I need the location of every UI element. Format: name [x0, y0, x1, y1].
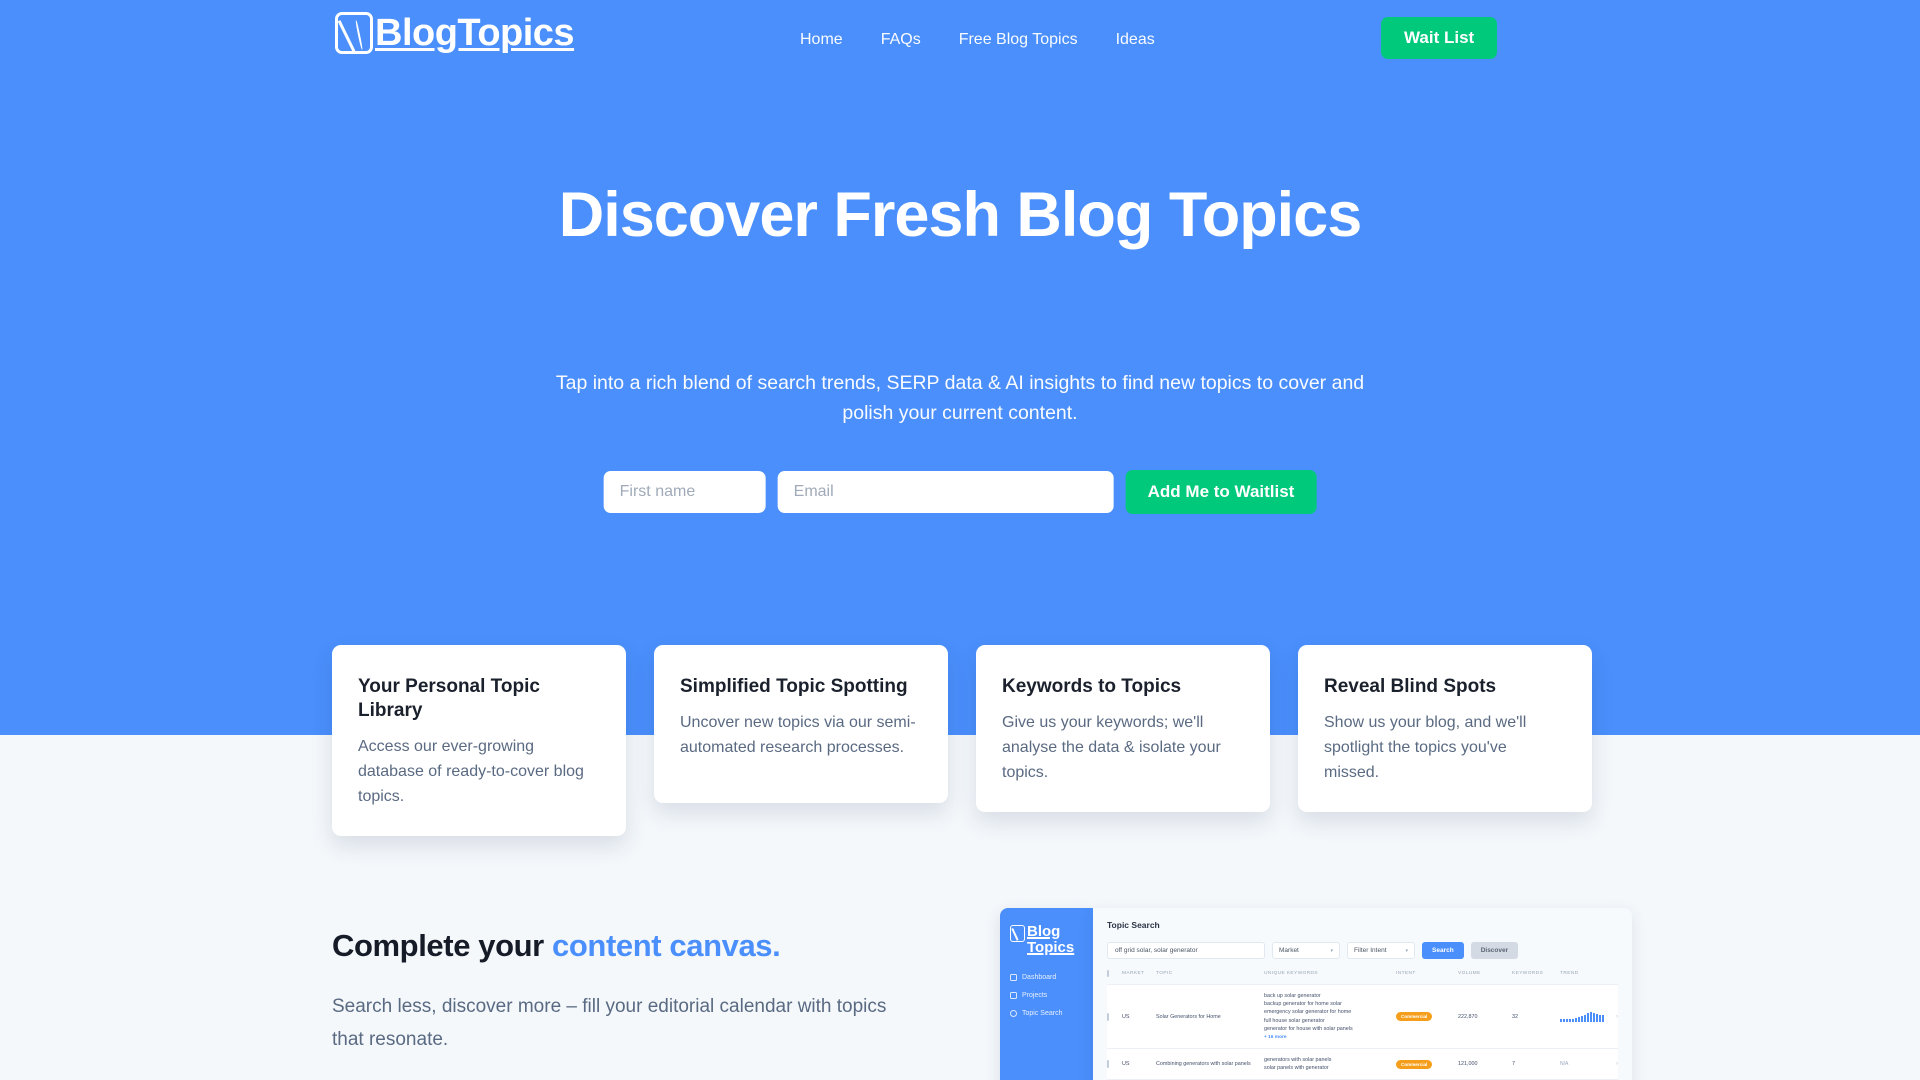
- column-header-intent: INTENT: [1396, 971, 1416, 977]
- nav-link-faqs[interactable]: FAQs: [881, 31, 921, 49]
- nav-links: Home FAQs Free Blog Topics Ideas: [800, 0, 1155, 80]
- waitlist-form: Add Me to Waitlist: [603, 470, 1317, 514]
- mockup-market-select[interactable]: Market ▾: [1272, 942, 1340, 959]
- top-navigation: BlogTopics Home FAQs Free Blog Topics Id…: [0, 0, 1920, 80]
- content-canvas-section: Complete your content canvas. Search les…: [332, 928, 912, 1057]
- cell-intent: Commercial: [1396, 1059, 1458, 1069]
- cell-unique-keywords: back up solar generator backup generator…: [1264, 993, 1353, 1040]
- feature-card-body: Give us your keywords; we'll analyse the…: [1002, 714, 1221, 781]
- section-heading: Complete your content canvas.: [332, 928, 912, 964]
- mockup-sidebar: Blog Topics Dashboard Projects Topic Sear…: [1000, 908, 1093, 1080]
- chevron-right-icon[interactable]: ›: [1616, 1014, 1618, 1020]
- cell-keyword-count: 32: [1512, 1013, 1518, 1020]
- add-me-to-waitlist-button[interactable]: Add Me to Waitlist: [1125, 470, 1317, 514]
- mockup-search-input[interactable]: off grid solar, solar generator: [1107, 942, 1265, 959]
- feature-card-body: Uncover new topics via our semi-automate…: [680, 714, 916, 756]
- site-logo[interactable]: BlogTopics: [335, 12, 575, 54]
- page-title: Discover Fresh Blog Topics: [558, 180, 1363, 250]
- sidebar-item-label: Topic Search: [1022, 1009, 1063, 1017]
- cell-market: US: [1122, 1013, 1130, 1020]
- status-badge: Commercial: [1396, 1059, 1433, 1069]
- section-heading-accent: content canvas.: [552, 928, 781, 963]
- mockup-page-title: Topic Search: [1107, 920, 1160, 930]
- select-all-checkbox[interactable]: [1107, 970, 1122, 978]
- chevron-right-icon[interactable]: ›: [1616, 1061, 1618, 1067]
- folder-icon: [1010, 991, 1017, 999]
- cell-topic: Solar Generators for Home: [1156, 1013, 1221, 1020]
- mockup-main-panel: Topic Search off grid solar, solar gener…: [1093, 908, 1632, 1080]
- more-keywords-link[interactable]: + 16 more: [1264, 1035, 1287, 1040]
- email-input[interactable]: [777, 471, 1114, 513]
- feature-card-title: Your Personal Topic Library: [358, 676, 540, 722]
- mockup-results-table: MARKET TOPIC UNIQUE KEYWORDS INTENT VOLU…: [1107, 970, 1618, 1080]
- landing-page: BlogTopics Home FAQs Free Blog Topics Id…: [0, 0, 1920, 1080]
- home-icon: [1010, 973, 1017, 981]
- feature-card-title: Reveal Blind Spots: [1324, 676, 1497, 697]
- mockup-discover-button[interactable]: Discover: [1470, 942, 1519, 959]
- mockup-market-label: Market: [1279, 947, 1299, 954]
- feature-card-title: Keywords to Topics: [1002, 676, 1182, 697]
- row-checkbox[interactable]: [1107, 1060, 1122, 1069]
- mockup-intent-label: Filter Intent: [1354, 947, 1387, 954]
- sidebar-item-label: Dashboard: [1022, 973, 1057, 981]
- cell-unique-keywords: generators with solar panels solar panel…: [1264, 1056, 1332, 1072]
- hero-subtitle: Tap into a rich blend of search trends, …: [555, 372, 1365, 425]
- sidebar-item-topic-search[interactable]: Topic Search: [1010, 1009, 1083, 1017]
- cell-keyword-count: 7: [1512, 1061, 1515, 1068]
- mockup-logo: Blog Topics: [1010, 924, 1083, 956]
- table-row[interactable]: US Solar Generators for Home back up sol…: [1107, 985, 1618, 1049]
- cell-volume: 121,000: [1458, 1061, 1478, 1068]
- wait-list-button[interactable]: Wait List: [1381, 17, 1498, 59]
- section-heading-plain: Complete your: [332, 928, 553, 963]
- cell-trend: [1560, 1011, 1616, 1022]
- mockup-search-button[interactable]: Search: [1422, 942, 1464, 959]
- feature-card-body: Show us your blog, and we'll spotlight t…: [1324, 714, 1527, 781]
- chevron-down-icon: ▾: [1405, 947, 1408, 954]
- feature-card: Your Personal Topic Library Access our e…: [332, 645, 626, 836]
- logo-text: BlogTopics: [375, 12, 575, 54]
- cell-volume: 222,870: [1458, 1013, 1478, 1020]
- mockup-logo-text: Blog Topics: [1027, 923, 1075, 956]
- notepad-pen-icon: [335, 12, 373, 54]
- feature-card: Reveal Blind Spots Show us your blog, an…: [1298, 645, 1592, 812]
- status-badge: Commercial: [1396, 1012, 1433, 1022]
- feature-card: Keywords to Topics Give us your keywords…: [976, 645, 1270, 812]
- sidebar-item-dashboard[interactable]: Dashboard: [1010, 973, 1083, 981]
- mockup-toolbar: off grid solar, solar generator Market ▾…: [1107, 942, 1618, 959]
- column-header-trend: TREND: [1560, 971, 1579, 977]
- nav-link-home[interactable]: Home: [800, 31, 843, 49]
- cell-topic: Combining generators with solar panels: [1156, 1061, 1251, 1068]
- chevron-down-icon: ▾: [1330, 947, 1333, 954]
- column-header-volume: VOLUME: [1458, 971, 1481, 977]
- cell-market: US: [1122, 1061, 1130, 1068]
- feature-card-body: Access our ever-growing database of read…: [358, 738, 584, 805]
- search-icon: [1010, 1009, 1017, 1017]
- notepad-pen-icon: [1010, 925, 1025, 942]
- sidebar-item-projects[interactable]: Projects: [1010, 991, 1083, 999]
- sidebar-item-label: Projects: [1022, 991, 1048, 999]
- column-header-topic: TOPIC: [1156, 971, 1173, 977]
- cell-intent: Commercial: [1396, 1012, 1458, 1022]
- feature-card: Simplified Topic Spotting Uncover new to…: [654, 645, 948, 803]
- nav-link-ideas[interactable]: Ideas: [1116, 31, 1155, 49]
- cell-trend: N/A: [1560, 1061, 1569, 1068]
- table-row[interactable]: US Combining generators with solar panel…: [1107, 1048, 1618, 1080]
- row-checkbox[interactable]: [1107, 1012, 1122, 1021]
- column-header-market: MARKET: [1122, 971, 1145, 977]
- first-name-input[interactable]: [603, 471, 766, 513]
- table-header-row: MARKET TOPIC UNIQUE KEYWORDS INTENT VOLU…: [1107, 970, 1618, 986]
- trend-sparkline: [1560, 1011, 1616, 1022]
- section-paragraph: Search less, discover more – fill your e…: [332, 996, 887, 1051]
- feature-card-title: Simplified Topic Spotting: [680, 676, 908, 697]
- app-screenshot-mockup: Blog Topics Dashboard Projects Topic Sear…: [1000, 908, 1632, 1080]
- feature-cards: Your Personal Topic Library Access our e…: [332, 645, 1592, 836]
- nav-link-free-blog-topics[interactable]: Free Blog Topics: [959, 31, 1078, 49]
- column-header-keywords: KEYWORDS: [1512, 971, 1544, 977]
- column-header-unique-keywords: UNIQUE KEYWORDS: [1264, 971, 1318, 976]
- mockup-intent-select[interactable]: Filter Intent ▾: [1347, 942, 1415, 959]
